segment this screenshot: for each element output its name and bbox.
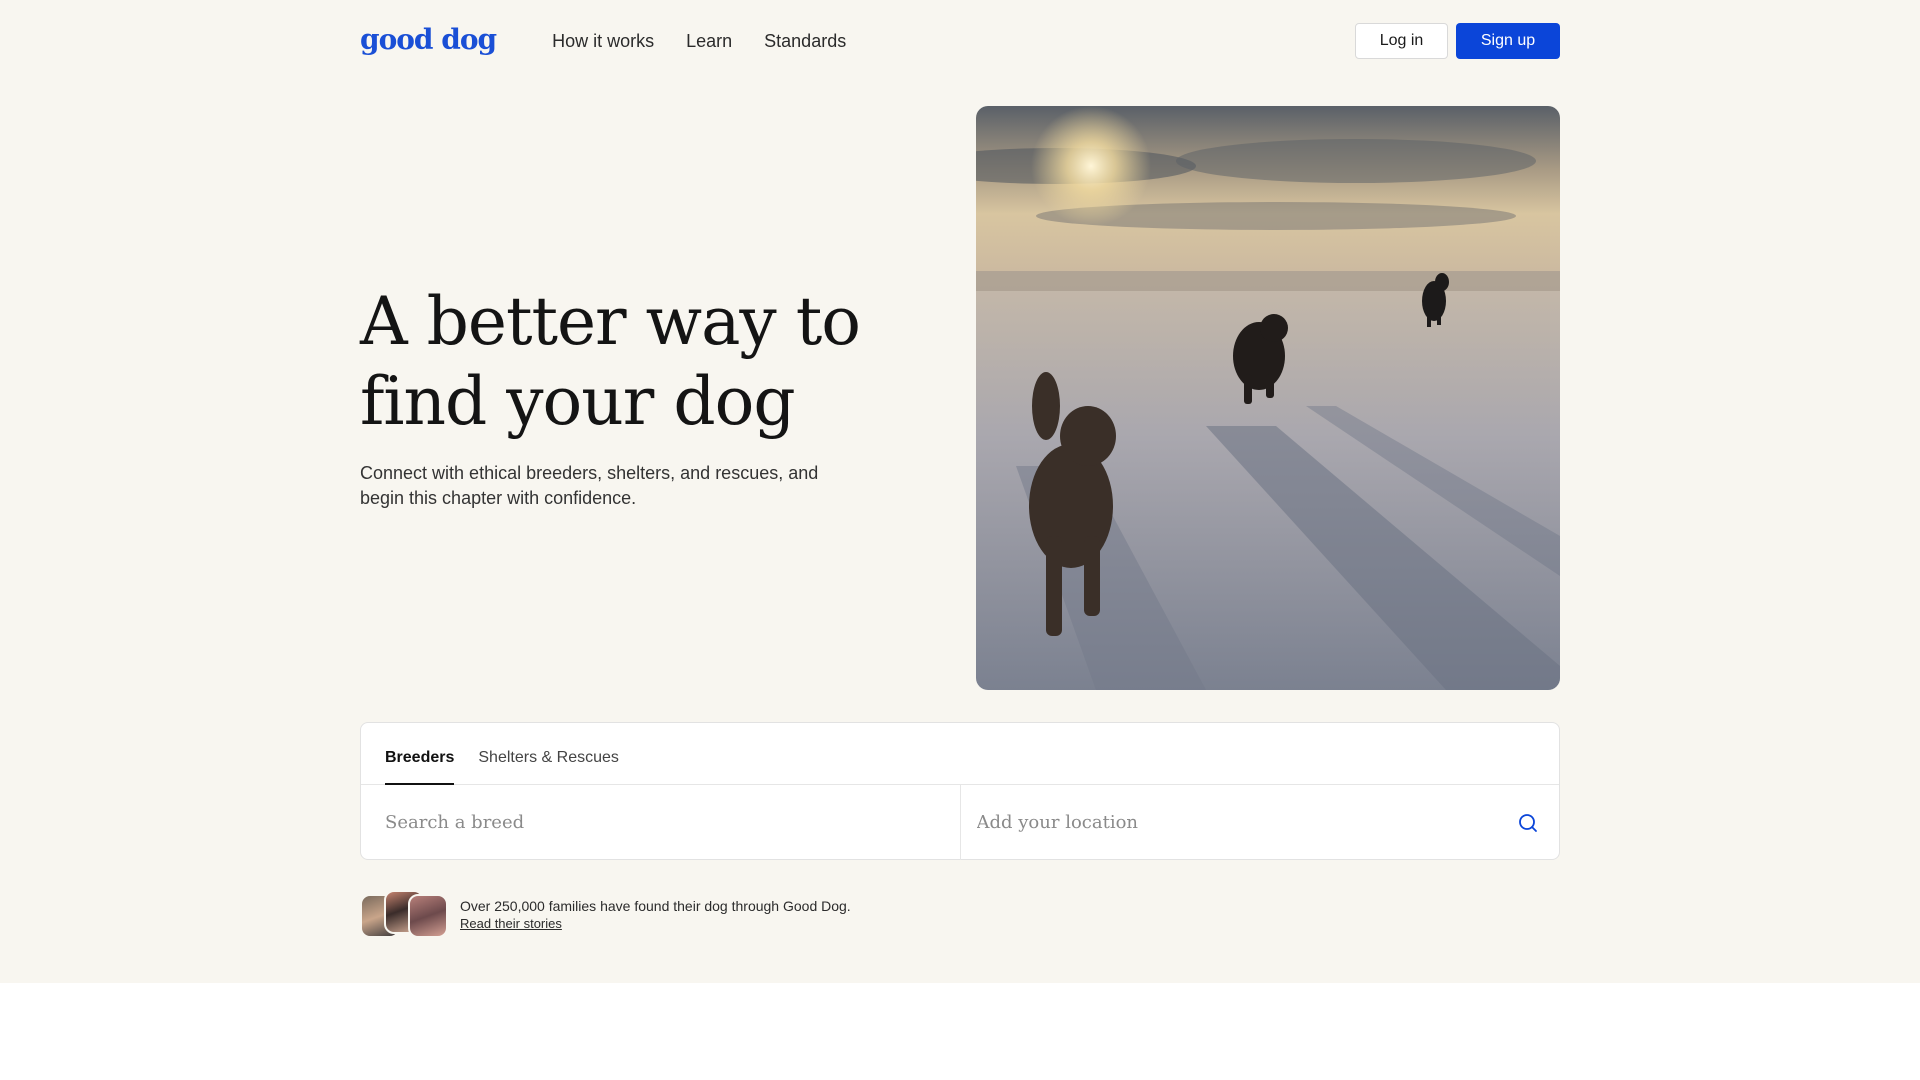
read-stories-link[interactable]: Read their stories (460, 916, 851, 931)
header-actions: Log in Sign up (1355, 23, 1560, 59)
nav-how-it-works[interactable]: How it works (552, 31, 654, 52)
avatar-group (360, 890, 452, 938)
location-field-wrapper (960, 785, 1559, 860)
social-proof-text-block: Over 250,000 families have found their d… (460, 897, 851, 931)
main-nav: How it works Learn Standards (552, 31, 846, 52)
hero-photo-illustration (976, 106, 1560, 690)
login-button[interactable]: Log in (1355, 23, 1448, 59)
social-proof-text: Over 250,000 families have found their d… (460, 898, 851, 914)
tab-shelters-rescues[interactable]: Shelters & Rescues (478, 749, 619, 785)
breed-search-input[interactable] (361, 785, 960, 860)
hero-headline-line1: A better way to (360, 283, 861, 360)
search-tabs: Breeders Shelters & Rescues (361, 723, 1559, 785)
search-panel: Breeders Shelters & Rescues (360, 722, 1560, 860)
breed-field-wrapper (361, 785, 961, 860)
hero-subtitle: Connect with ethical breeders, shelters,… (360, 463, 819, 508)
nav-standards[interactable]: Standards (764, 31, 846, 52)
hero-headline-line2: find your dog (360, 363, 796, 440)
tab-breeders[interactable]: Breeders (385, 749, 455, 785)
avatar (408, 894, 448, 938)
social-proof: Over 250,000 families have found their d… (360, 890, 851, 938)
nav-learn[interactable]: Learn (686, 31, 732, 52)
site-header: good dog How it works Learn Standards Lo… (360, 0, 1560, 82)
signup-button[interactable]: Sign up (1456, 23, 1560, 59)
search-row (361, 785, 1559, 860)
location-input[interactable] (960, 785, 1559, 860)
hero-image (976, 106, 1560, 690)
hero-headline: A better way to find your dog (360, 282, 880, 442)
search-icon[interactable] (1517, 812, 1539, 834)
logo[interactable]: good dog (360, 23, 497, 56)
